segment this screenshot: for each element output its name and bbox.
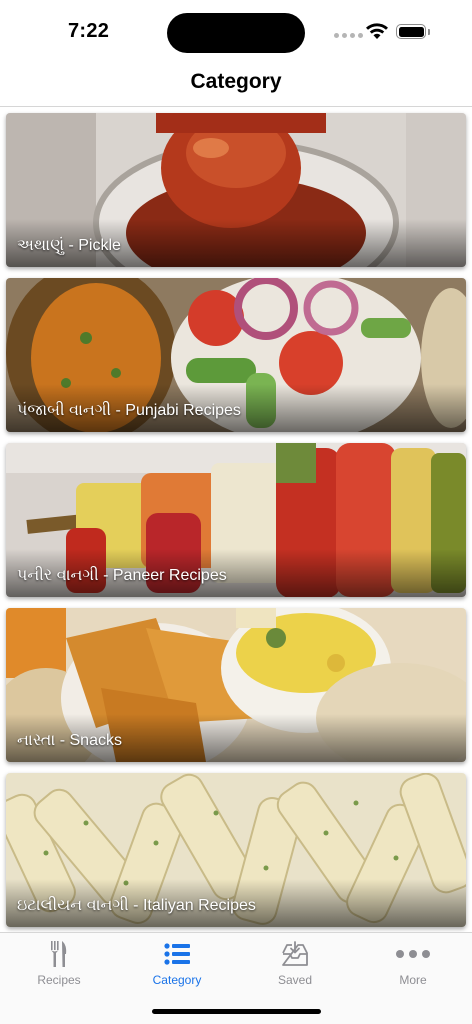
category-label: નાસ્તા - Snacks <box>17 732 122 749</box>
tab-label: More <box>399 973 427 987</box>
category-list[interactable]: અથાણું - Pickle પંજાબી વાનગી - Punjabi R… <box>6 113 466 938</box>
category-card-paneer[interactable]: પનીર વાનગી - Paneer Recipes <box>6 443 466 597</box>
battery-icon <box>396 24 426 39</box>
category-card-pickle[interactable]: અથાણું - Pickle <box>6 113 466 267</box>
page-title: Category <box>190 70 282 93</box>
category-label: પંજાબી વાનગી - Punjabi Recipes <box>17 402 241 419</box>
navigation-bar: Category <box>0 62 472 107</box>
category-card-italian[interactable]: ઇટાલીયન વાનગી - Italiyan Recipes <box>6 773 466 927</box>
tab-category[interactable]: Category <box>118 939 236 991</box>
fork-knife-icon <box>51 941 67 967</box>
tray-icon <box>282 941 308 966</box>
tab-label: Recipes <box>37 973 81 987</box>
category-label: અથાણું - Pickle <box>17 237 121 254</box>
list-icon <box>164 943 190 965</box>
category-label: ઇટાલીયન વાનગી - Italiyan Recipes <box>17 897 256 914</box>
dynamic-island <box>167 13 305 53</box>
status-bar: 7:22 <box>0 0 472 62</box>
tab-more[interactable]: More <box>354 939 472 991</box>
wifi-icon <box>366 23 388 39</box>
cellular-signal-icon <box>334 33 363 38</box>
tab-label: Saved <box>277 973 313 987</box>
tab-recipes[interactable]: Recipes <box>0 939 118 991</box>
tab-label: Category <box>152 973 202 987</box>
ellipsis-icon <box>396 950 430 958</box>
status-time: 7:22 <box>68 20 110 42</box>
home-indicator[interactable] <box>152 1009 321 1014</box>
category-card-punjabi[interactable]: પંજાબી વાનગી - Punjabi Recipes <box>6 278 466 432</box>
tab-saved[interactable]: Saved <box>236 939 354 991</box>
category-label: પનીર વાનગી - Paneer Recipes <box>17 567 227 584</box>
category-card-snacks[interactable]: નાસ્તા - Snacks <box>6 608 466 762</box>
